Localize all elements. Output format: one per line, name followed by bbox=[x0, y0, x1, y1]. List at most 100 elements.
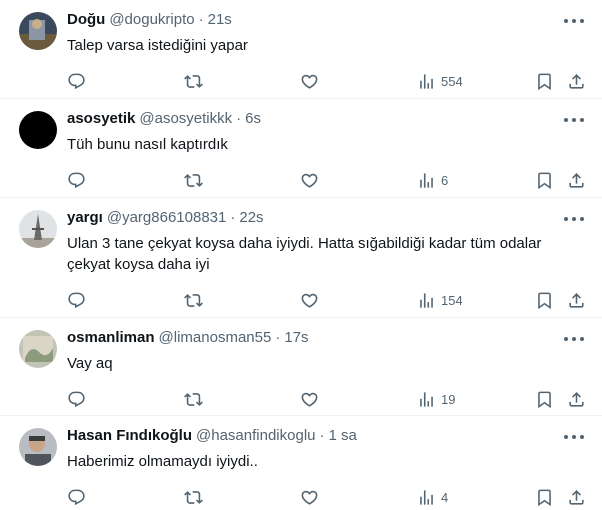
separator: · bbox=[319, 427, 325, 444]
action-bar: 4 bbox=[67, 480, 586, 510]
tweet[interactable]: Doğu @dogukripto · 21s Talep varsa isted… bbox=[0, 0, 602, 99]
more-dots-icon[interactable] bbox=[564, 113, 584, 127]
author-handle[interactable]: @yarg866108831 bbox=[107, 209, 227, 226]
retweet-button[interactable] bbox=[184, 390, 203, 409]
share-icon bbox=[569, 392, 584, 407]
tweet-text: Ulan 3 tane çekyat koysa daha iyiydi. Ha… bbox=[67, 235, 542, 273]
author-name[interactable]: asosyetik bbox=[67, 110, 135, 127]
views-bar-chart-icon bbox=[420, 392, 433, 407]
views-button[interactable]: 154 bbox=[417, 291, 463, 310]
author-handle[interactable]: @hasanfindikoglu bbox=[196, 427, 315, 444]
retweet-button[interactable] bbox=[184, 291, 203, 310]
author-name[interactable]: yargı bbox=[67, 209, 103, 226]
tweet[interactable]: yargı @yarg866108831 · 22s Ulan 3 tane ç… bbox=[0, 198, 602, 318]
bookmark-icon bbox=[538, 172, 551, 190]
view-count: 154 bbox=[441, 293, 463, 308]
reply-feed: Doğu @dogukripto · 21s Talep varsa isted… bbox=[0, 0, 602, 510]
share-button[interactable] bbox=[567, 488, 586, 507]
more-dots-icon[interactable] bbox=[564, 430, 584, 444]
reply-button[interactable] bbox=[67, 171, 86, 190]
retweet-button[interactable] bbox=[184, 171, 203, 190]
reply-icon bbox=[68, 489, 85, 506]
reply-button[interactable] bbox=[67, 291, 86, 310]
heart-icon bbox=[301, 392, 318, 407]
view-count: 19 bbox=[441, 392, 456, 407]
reply-icon bbox=[68, 391, 85, 408]
like-button[interactable] bbox=[300, 488, 319, 507]
share-button[interactable] bbox=[567, 171, 586, 190]
action-bar: 19 bbox=[67, 382, 586, 420]
heart-icon bbox=[301, 74, 318, 89]
avatar[interactable] bbox=[19, 428, 57, 466]
author-name[interactable]: osmanliman bbox=[67, 329, 155, 346]
like-button[interactable] bbox=[300, 171, 319, 190]
reply-icon bbox=[68, 172, 85, 189]
bookmark-icon bbox=[538, 391, 551, 409]
timestamp[interactable]: 22s bbox=[239, 209, 263, 226]
share-icon bbox=[569, 173, 584, 188]
share-icon bbox=[569, 490, 584, 505]
retweet-icon bbox=[184, 174, 203, 187]
views-button[interactable]: 554 bbox=[417, 72, 463, 91]
separator: · bbox=[198, 11, 204, 28]
share-button[interactable] bbox=[567, 72, 586, 91]
bookmark-icon bbox=[538, 489, 551, 507]
tweet-text: Tüh bunu nasıl kaptırdık bbox=[67, 136, 228, 153]
retweet-icon bbox=[184, 393, 203, 406]
tweet-text: Haberimiz olmamaydı iyiydi.. bbox=[67, 453, 258, 470]
like-button[interactable] bbox=[300, 72, 319, 91]
reply-button[interactable] bbox=[67, 72, 86, 91]
author-handle[interactable]: @asosyetikkk bbox=[139, 110, 232, 127]
avatar[interactable] bbox=[19, 12, 57, 50]
views-bar-chart-icon bbox=[420, 74, 433, 89]
views-bar-chart-icon bbox=[420, 173, 433, 188]
bookmark-button[interactable] bbox=[535, 171, 554, 190]
views-bar-chart-icon bbox=[420, 490, 433, 505]
reply-button[interactable] bbox=[67, 390, 86, 409]
share-button[interactable] bbox=[567, 390, 586, 409]
heart-icon bbox=[301, 293, 318, 308]
view-count: 4 bbox=[441, 490, 449, 505]
tweet[interactable]: asosyetik @asosyetikkk · 6s Tüh bunu nas… bbox=[0, 99, 602, 198]
author-name[interactable]: Hasan Fındıkoğlu bbox=[67, 427, 192, 444]
bookmark-icon bbox=[538, 292, 551, 310]
action-bar: 6 bbox=[67, 163, 586, 201]
bookmark-button[interactable] bbox=[535, 488, 554, 507]
more-dots-icon[interactable] bbox=[564, 332, 584, 346]
bookmark-button[interactable] bbox=[535, 390, 554, 409]
view-count: 6 bbox=[441, 173, 449, 188]
tweet[interactable]: osmanliman @limanosman55 · 17s Vay aq 19 bbox=[0, 318, 602, 416]
more-dots-icon[interactable] bbox=[564, 212, 584, 226]
reply-button[interactable] bbox=[67, 488, 86, 507]
heart-icon bbox=[301, 490, 318, 505]
views-button[interactable]: 19 bbox=[417, 390, 455, 409]
author-handle[interactable]: @limanosman55 bbox=[159, 329, 272, 346]
views-button[interactable]: 4 bbox=[417, 488, 448, 507]
timestamp[interactable]: 1 sa bbox=[329, 427, 357, 444]
timestamp[interactable]: 21s bbox=[208, 11, 232, 28]
bookmark-button[interactable] bbox=[535, 72, 554, 91]
separator: · bbox=[230, 209, 236, 226]
separator: · bbox=[236, 110, 242, 127]
timestamp[interactable]: 6s bbox=[245, 110, 261, 127]
avatar[interactable] bbox=[19, 111, 57, 149]
like-button[interactable] bbox=[300, 390, 319, 409]
share-icon bbox=[569, 293, 584, 308]
like-button[interactable] bbox=[300, 291, 319, 310]
bookmark-button[interactable] bbox=[535, 291, 554, 310]
retweet-button[interactable] bbox=[184, 488, 203, 507]
share-button[interactable] bbox=[567, 291, 586, 310]
views-button[interactable]: 6 bbox=[417, 171, 448, 190]
author-name[interactable]: Doğu bbox=[67, 11, 105, 28]
avatar[interactable] bbox=[19, 330, 57, 368]
retweet-icon bbox=[184, 491, 203, 504]
action-bar: 554 bbox=[67, 64, 586, 102]
action-bar: 154 bbox=[67, 283, 586, 321]
tweet[interactable]: Hasan Fındıkoğlu @hasanfindikoglu · 1 sa… bbox=[0, 416, 602, 510]
more-dots-icon[interactable] bbox=[564, 14, 584, 28]
timestamp[interactable]: 17s bbox=[284, 329, 308, 346]
author-handle[interactable]: @dogukripto bbox=[109, 11, 194, 28]
avatar[interactable] bbox=[19, 210, 57, 248]
retweet-button[interactable] bbox=[184, 72, 203, 91]
view-count: 554 bbox=[441, 74, 463, 89]
